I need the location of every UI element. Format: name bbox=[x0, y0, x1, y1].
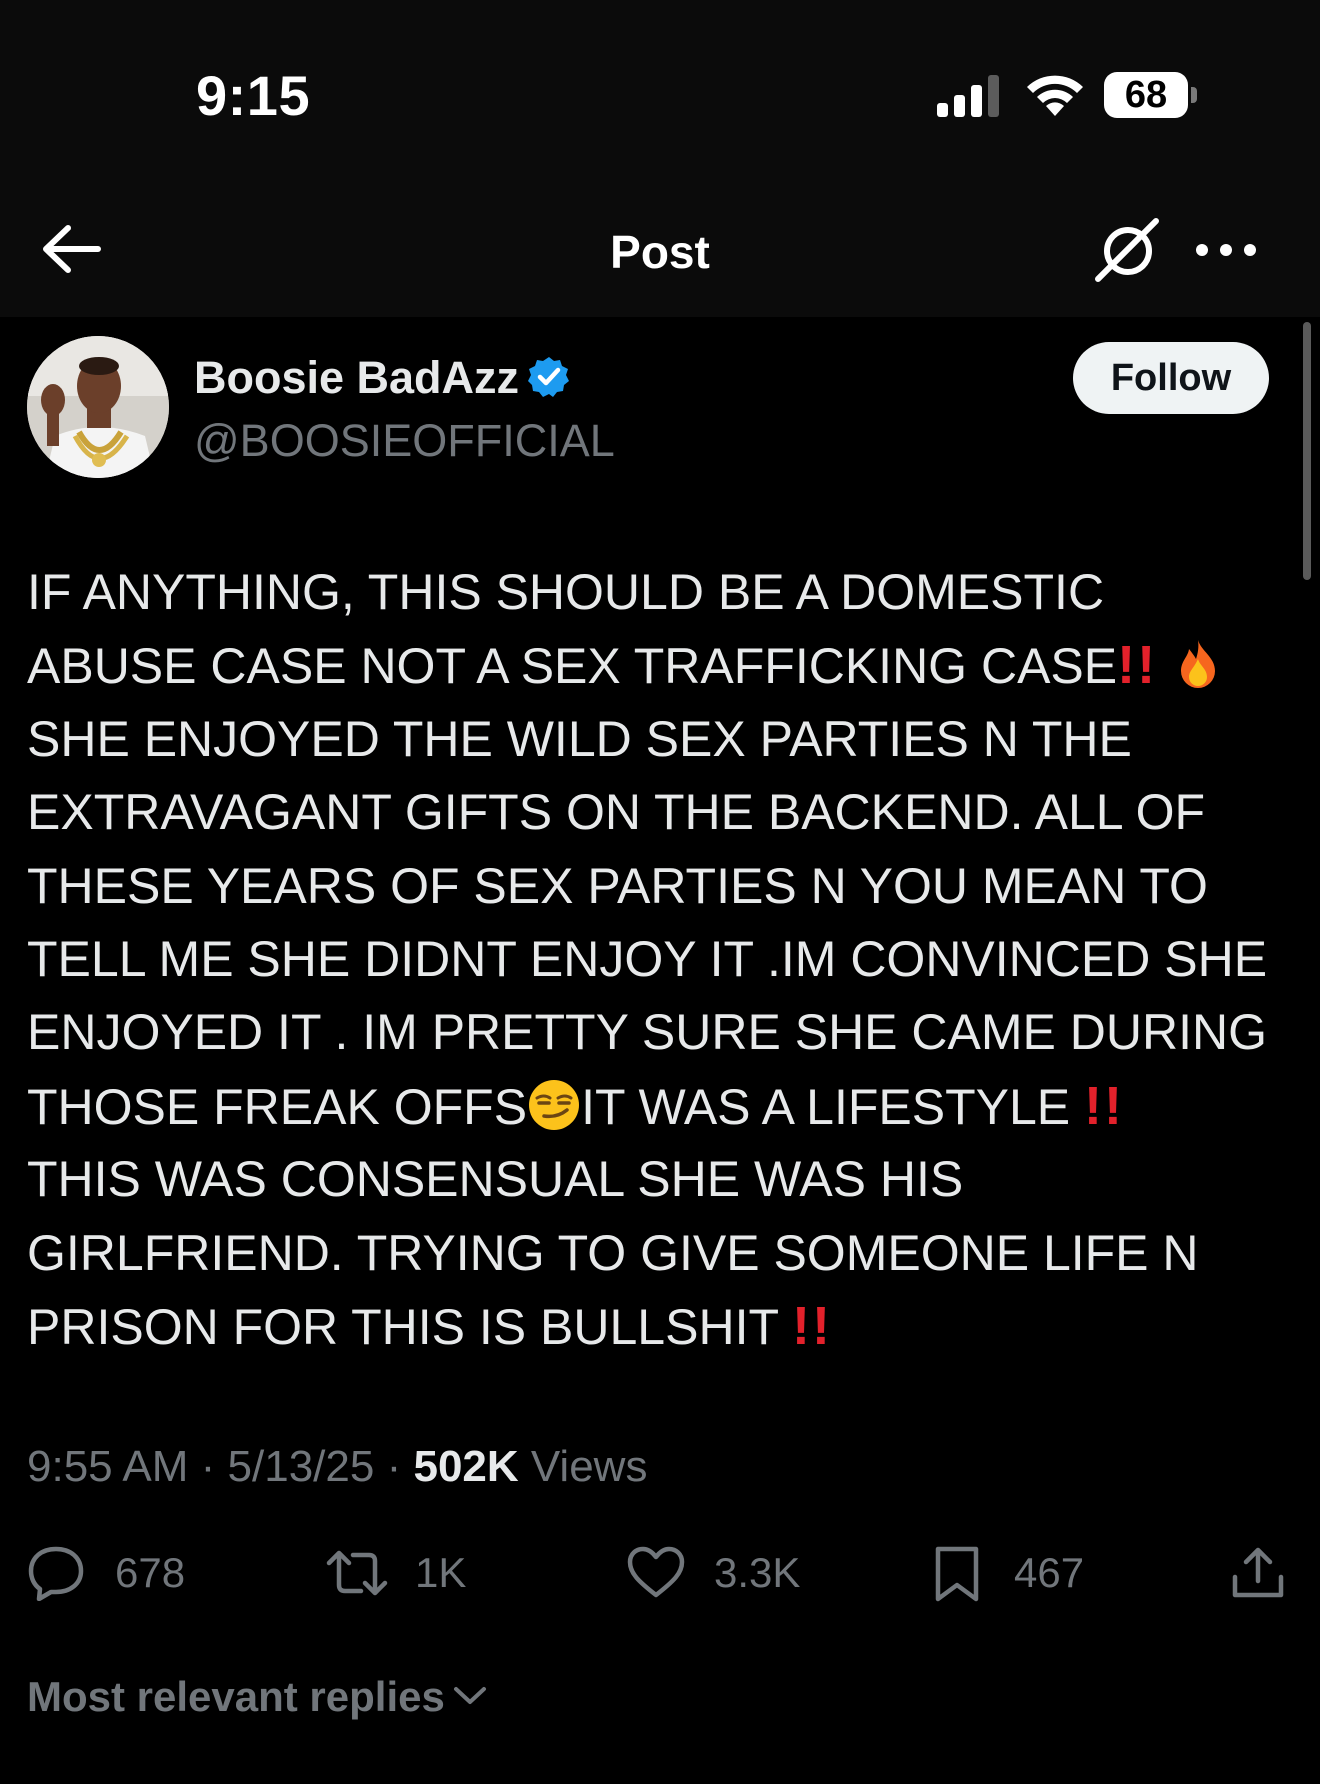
post-line-text: THOSE FREAK OFFS bbox=[27, 1078, 528, 1135]
like-button[interactable]: 3.3K bbox=[626, 1543, 816, 1603]
reply-icon bbox=[28, 1546, 84, 1601]
post-line-text: IT WAS A LIFESTYLE bbox=[581, 1078, 1085, 1135]
status-time: 9:15 bbox=[196, 64, 311, 127]
status-bar: 9:15 68 bbox=[0, 0, 1320, 175]
post-line-text: SHE ENJOYED THE WILD SEX PARTIES N THE bbox=[27, 710, 1132, 767]
post-line-text: ENJOYED IT . IM PRETTY SURE SHE CAME DUR… bbox=[27, 1004, 1267, 1061]
post-line-text: THIS WAS CONSENSUAL SHE WAS HIS bbox=[27, 1151, 964, 1208]
bookmark-icon bbox=[935, 1546, 979, 1602]
double-exclamation-icon: !! bbox=[1117, 635, 1158, 696]
heart-icon bbox=[627, 1546, 685, 1598]
post-line-emojis: !! bbox=[1117, 635, 1225, 695]
views-label[interactable]: Views bbox=[519, 1442, 648, 1491]
like-count: 3.3K bbox=[714, 1549, 801, 1596]
battery-icon: 68 bbox=[1104, 72, 1198, 118]
author-name[interactable]: Boosie BadAzz bbox=[194, 352, 571, 404]
bookmark-button[interactable]: 467 bbox=[932, 1543, 1102, 1603]
post-line: PRISON FOR THIS IS BULLSHIT !! bbox=[27, 1290, 1297, 1363]
smirk-emoji-icon bbox=[529, 1079, 580, 1130]
author-name-text[interactable]: Boosie BadAzz bbox=[194, 352, 519, 403]
double-exclamation-icon: !! bbox=[792, 1295, 832, 1356]
post-line: TELL ME SHE DIDNT ENJOY IT .IM CONVINCED… bbox=[27, 923, 1297, 996]
post-line: EXTRAVAGANT GIFTS ON THE BACKEND. ALL OF bbox=[27, 776, 1297, 849]
verified-badge-icon bbox=[528, 357, 570, 397]
scrollbar[interactable] bbox=[1303, 322, 1311, 580]
post-date[interactable]: 5/13/25 bbox=[228, 1442, 375, 1491]
cellular-signal-icon bbox=[937, 75, 999, 117]
share-button[interactable] bbox=[1230, 1543, 1290, 1603]
post-line: GIRLFRIEND. TRYING TO GIVE SOMEONE LIFE … bbox=[27, 1217, 1297, 1290]
reply-button[interactable]: 678 bbox=[27, 1543, 197, 1603]
wifi-icon bbox=[1027, 75, 1083, 116]
post-line-text: THESE YEARS OF SEX PARTIES N YOU MEAN TO bbox=[27, 857, 1208, 914]
repost-count: 1K bbox=[415, 1549, 467, 1596]
post-line-text: ABUSE CASE NOT A SEX TRAFFICKING CASE bbox=[27, 638, 1118, 695]
reply-count: 678 bbox=[115, 1549, 186, 1596]
avatar[interactable] bbox=[27, 336, 169, 478]
replies-sort-label[interactable]: Most relevant replies bbox=[27, 1673, 445, 1720]
post-line: ENJOYED IT . IM PRETTY SURE SHE CAME DUR… bbox=[27, 996, 1297, 1069]
post-time[interactable]: 9:55 AM bbox=[27, 1442, 188, 1491]
repost-button[interactable]: 1K bbox=[325, 1543, 475, 1603]
post-line-text: TELL ME SHE DIDNT ENJOY IT .IM CONVINCED… bbox=[27, 930, 1268, 987]
post-line-text: EXTRAVAGANT GIFTS ON THE BACKEND. ALL OF bbox=[27, 784, 1206, 841]
post-line: SHE ENJOYED THE WILD SEX PARTIES N THE bbox=[27, 703, 1297, 776]
nav-bar: Post bbox=[0, 175, 1320, 317]
share-icon bbox=[1232, 1547, 1284, 1598]
grok-icon[interactable] bbox=[1092, 217, 1162, 283]
post-line: THOSE FREAK OFFS IT WAS A LIFESTYLE !! bbox=[27, 1070, 1297, 1143]
replies-sort-dropdown[interactable]: Most relevant replies bbox=[27, 1673, 487, 1721]
post-text: IF ANYTHING, THIS SHOULD BE A DOMESTIC A… bbox=[27, 556, 1297, 1363]
post-line: THIS WAS CONSENSUAL SHE WAS HIS bbox=[27, 1143, 1297, 1216]
post-line: THESE YEARS OF SEX PARTIES N YOU MEAN TO bbox=[27, 850, 1297, 923]
double-exclamation-icon: !! bbox=[1084, 1075, 1124, 1136]
post-line-text: IF ANYTHING, THIS SHOULD BE A DOMESTIC bbox=[27, 564, 1105, 620]
meta-separator: · bbox=[374, 1442, 414, 1491]
bookmark-count: 467 bbox=[1014, 1549, 1085, 1596]
post-meta: 9:55 AM · 5/13/25 · 502K Views bbox=[27, 1442, 647, 1492]
battery-level: 68 bbox=[1124, 74, 1168, 116]
meta-separator: · bbox=[188, 1442, 228, 1491]
views-count[interactable]: 502K bbox=[413, 1442, 518, 1491]
fire-emoji-icon bbox=[1181, 640, 1215, 689]
more-icon[interactable] bbox=[1194, 235, 1258, 265]
chevron-down-icon bbox=[453, 1687, 486, 1704]
post-line-text: PRISON FOR THIS IS BULLSHIT bbox=[27, 1298, 792, 1355]
repost-icon bbox=[326, 1550, 388, 1596]
author-handle[interactable]: @BOOSIEOFFICIAL bbox=[194, 415, 615, 467]
post-line-text: GIRLFRIEND. TRYING TO GIVE SOMEONE LIFE … bbox=[27, 1224, 1199, 1281]
post-line: ABUSE CASE NOT A SEX TRAFFICKING CASE!! bbox=[27, 629, 1297, 702]
post-line: IF ANYTHING, THIS SHOULD BE A DOMESTIC bbox=[27, 556, 1297, 629]
follow-button[interactable]: Follow bbox=[1073, 342, 1269, 414]
